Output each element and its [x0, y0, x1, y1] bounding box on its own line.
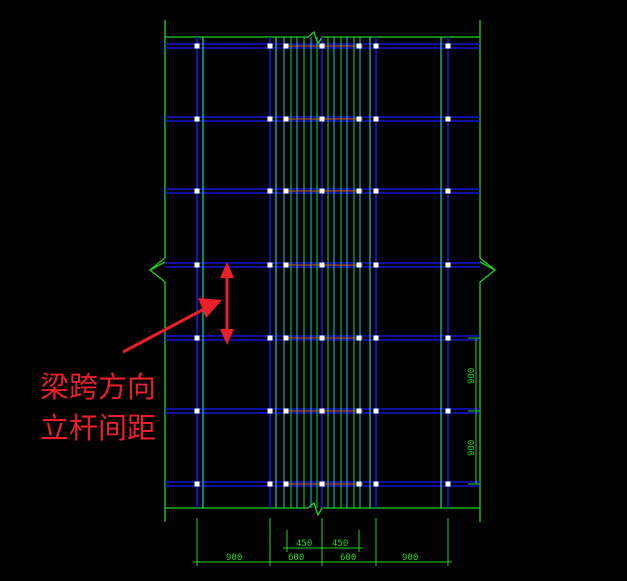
post-node	[283, 188, 289, 194]
post-node	[283, 116, 289, 122]
post-node	[319, 116, 325, 122]
post-node	[283, 262, 289, 268]
post-node	[267, 481, 273, 487]
post-node	[356, 481, 362, 487]
post-node	[194, 116, 200, 122]
post-node	[445, 481, 451, 487]
post-node	[283, 335, 289, 341]
post-node	[356, 188, 362, 194]
post-node	[283, 481, 289, 487]
post-node	[267, 262, 273, 268]
post-node	[319, 481, 325, 487]
post-node	[267, 335, 273, 341]
post-node	[445, 408, 451, 414]
post-node	[373, 481, 379, 487]
post-node	[356, 408, 362, 414]
post-node	[194, 262, 200, 268]
dim-right-1: 900	[467, 368, 477, 384]
spacing-arrow	[220, 262, 234, 345]
dim-bottom-3: 600	[340, 553, 356, 563]
post-node	[267, 188, 273, 194]
post-node	[356, 43, 362, 49]
post-node	[283, 43, 289, 49]
right-dimensions	[468, 337, 480, 485]
dim-right-2: 900	[467, 440, 477, 456]
dim-bottom-1: 900	[226, 553, 242, 563]
post-node	[356, 335, 362, 341]
scaffold-plan-drawing: 900 600 600 900 450 450 900 900 梁跨方向 立杆间…	[40, 20, 497, 566]
annotation-line-2: 立杆间距	[40, 411, 156, 445]
post-node	[445, 116, 451, 122]
post-node	[283, 408, 289, 414]
post-node	[445, 262, 451, 268]
post-node	[319, 43, 325, 49]
right-edge	[479, 20, 497, 522]
post-node	[445, 188, 451, 194]
post-node	[373, 116, 379, 122]
post-node	[373, 408, 379, 414]
post-node	[319, 262, 325, 268]
post-lines	[196, 37, 449, 508]
post-node	[267, 408, 273, 414]
post-node	[445, 335, 451, 341]
post-node	[373, 262, 379, 268]
post-node	[319, 408, 325, 414]
post-node	[373, 335, 379, 341]
dim-bottom-4: 900	[402, 553, 418, 563]
post-node	[267, 43, 273, 49]
post-node	[194, 43, 200, 49]
left-edge	[148, 20, 166, 522]
post-node	[356, 262, 362, 268]
dim-inner-2: 450	[332, 539, 348, 549]
post-node	[445, 43, 451, 49]
post-node	[194, 335, 200, 341]
post-node	[319, 335, 325, 341]
post-node	[194, 408, 200, 414]
annotation-line-1: 梁跨方向	[40, 370, 156, 404]
dim-bottom-2: 600	[288, 553, 304, 563]
post-node	[373, 188, 379, 194]
post-node	[194, 188, 200, 194]
dim-inner-1: 450	[296, 539, 312, 549]
post-node	[373, 43, 379, 49]
post-node	[319, 188, 325, 194]
post-node	[194, 481, 200, 487]
post-node	[267, 116, 273, 122]
post-node	[356, 116, 362, 122]
leader-arrow	[122, 298, 222, 354]
